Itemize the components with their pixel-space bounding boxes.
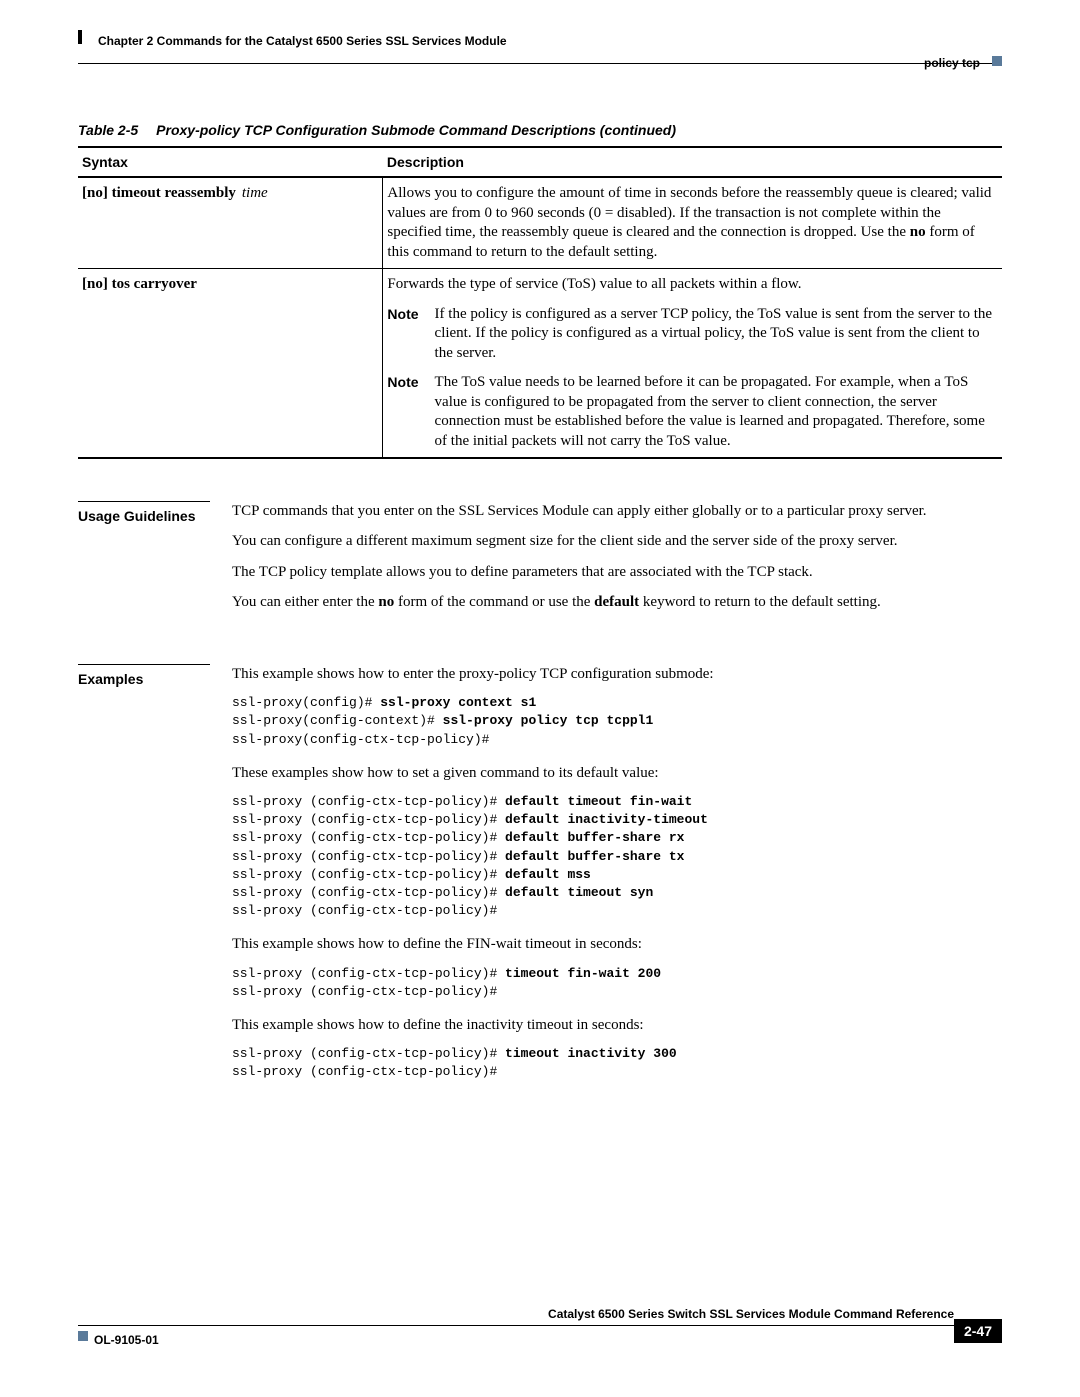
col-syntax-header: Syntax: [78, 147, 383, 177]
body-paragraph: This example shows how to define the ina…: [232, 1015, 1002, 1035]
code-cmd: ssl-proxy context s1: [380, 695, 536, 710]
code-cmd: default timeout syn: [505, 885, 653, 900]
page-number: 2-47: [954, 1319, 1002, 1343]
body-text: keyword to return to the default setting…: [639, 594, 881, 610]
body-paragraph: You can either enter the no form of the …: [232, 592, 1002, 612]
command-table: Syntax Description [no] timeout reassemb…: [78, 146, 1002, 459]
desc-cell: Allows you to configure the amount of ti…: [383, 177, 1002, 269]
body-text: form of the command or use the: [394, 594, 594, 610]
note-label: Note: [387, 373, 418, 451]
page-content: Table 2-5 Proxy-policy TCP Configuration …: [78, 122, 1002, 1096]
code-prompt: ssl-proxy (config-ctx-tcp-policy)#: [232, 966, 505, 981]
code-block: ssl-proxy (config-ctx-tcp-policy)# timeo…: [232, 965, 1002, 1001]
body-paragraph: You can configure a different maximum se…: [232, 531, 1002, 551]
note-text: The ToS value needs to be learned before…: [435, 373, 998, 451]
page-footer: Catalyst 6500 Series Switch SSL Services…: [78, 1311, 1002, 1351]
desc-cell: Forwards the type of service (ToS) value…: [383, 269, 1002, 459]
desc-text: Forwards the type of service (ToS) value…: [387, 276, 801, 292]
body-paragraph: This example shows how to enter the prox…: [232, 664, 1002, 684]
usage-guidelines-section: Usage Guidelines TCP commands that you e…: [78, 501, 1002, 622]
syntax-keyword: [no] tos carryover: [82, 276, 197, 292]
header-marker-icon: [992, 56, 1002, 66]
code-cmd: timeout inactivity 300: [505, 1046, 677, 1061]
footer-doc-title: Catalyst 6500 Series Switch SSL Services…: [548, 1307, 954, 1321]
footer-rule: [78, 1325, 954, 1326]
topic-label: policy tcp: [924, 56, 980, 70]
code-prompt: ssl-proxy(config-ctx-tcp-policy)#: [232, 732, 489, 747]
table-title: Proxy-policy TCP Configuration Submode C…: [156, 122, 676, 138]
note-label: Note: [387, 305, 418, 364]
note-text: If the policy is configured as a server …: [435, 305, 998, 364]
body-bold: no: [378, 594, 394, 610]
code-prompt: ssl-proxy (config-ctx-tcp-policy)#: [232, 1064, 497, 1079]
code-prompt: ssl-proxy (config-ctx-tcp-policy)#: [232, 885, 505, 900]
body-paragraph: These examples show how to set a given c…: [232, 763, 1002, 783]
section-label: Examples: [78, 664, 210, 1096]
table-row: [no] tos carryover Forwards the type of …: [78, 269, 1002, 459]
code-prompt: ssl-proxy (config-ctx-tcp-policy)#: [232, 1046, 505, 1061]
code-cmd: default inactivity-timeout: [505, 812, 708, 827]
syntax-keyword: [no] timeout reassembly: [82, 185, 236, 201]
code-block: ssl-proxy(config)# ssl-proxy context s1 …: [232, 694, 1002, 749]
code-cmd: default buffer-share rx: [505, 830, 684, 845]
section-body: This example shows how to enter the prox…: [232, 664, 1002, 1096]
chapter-label: Chapter 2 Commands for the Catalyst 6500…: [98, 34, 507, 48]
code-cmd: timeout fin-wait 200: [505, 966, 661, 981]
code-prompt: ssl-proxy (config-ctx-tcp-policy)#: [232, 830, 505, 845]
body-bold: default: [594, 594, 639, 610]
code-cmd: default buffer-share tx: [505, 849, 684, 864]
code-cmd: ssl-proxy policy tcp tcppl1: [443, 713, 654, 728]
section-label: Usage Guidelines: [78, 501, 210, 622]
desc-bold: no: [910, 224, 926, 240]
code-prompt: ssl-proxy (config-ctx-tcp-policy)#: [232, 903, 497, 918]
syntax-text: [no] timeout reassembly time: [82, 185, 268, 201]
col-desc-header: Description: [383, 147, 1002, 177]
footer-doc-id: OL-9105-01: [94, 1333, 159, 1347]
code-prompt: ssl-proxy (config-ctx-tcp-policy)#: [232, 794, 505, 809]
code-prompt: ssl-proxy (config-ctx-tcp-policy)#: [232, 812, 505, 827]
code-prompt: ssl-proxy (config-ctx-tcp-policy)#: [232, 984, 497, 999]
code-prompt: ssl-proxy(config-context)#: [232, 713, 443, 728]
desc-text: Allows you to configure the amount of ti…: [387, 185, 991, 240]
examples-section: Examples This example shows how to enter…: [78, 664, 1002, 1096]
code-prompt: ssl-proxy(config)#: [232, 695, 380, 710]
table-row: [no] timeout reassembly time Allows you t…: [78, 177, 1002, 269]
syntax-text: [no] tos carryover: [82, 276, 197, 292]
code-prompt: ssl-proxy (config-ctx-tcp-policy)#: [232, 849, 505, 864]
body-text: You can either enter the: [232, 594, 378, 610]
code-block: ssl-proxy (config-ctx-tcp-policy)# timeo…: [232, 1045, 1002, 1081]
syntax-arg: time: [242, 185, 268, 201]
revision-bar-icon: [78, 30, 82, 44]
footer-marker-icon: [78, 1331, 88, 1341]
body-paragraph: The TCP policy template allows you to de…: [232, 562, 1002, 582]
section-body: TCP commands that you enter on the SSL S…: [232, 501, 1002, 622]
code-cmd: default mss: [505, 867, 591, 882]
body-paragraph: This example shows how to define the FIN…: [232, 934, 1002, 954]
page-header: Chapter 2 Commands for the Catalyst 6500…: [78, 34, 1002, 64]
table-caption: Table 2-5 Proxy-policy TCP Configuration …: [78, 122, 1002, 138]
body-paragraph: TCP commands that you enter on the SSL S…: [232, 501, 1002, 521]
code-block: ssl-proxy (config-ctx-tcp-policy)# defau…: [232, 793, 1002, 920]
note-block: Note If the policy is configured as a se…: [387, 305, 998, 364]
table-number: Table 2-5: [78, 122, 138, 138]
note-block: Note The ToS value needs to be learned b…: [387, 373, 998, 451]
code-prompt: ssl-proxy (config-ctx-tcp-policy)#: [232, 867, 505, 882]
code-cmd: default timeout fin-wait: [505, 794, 692, 809]
